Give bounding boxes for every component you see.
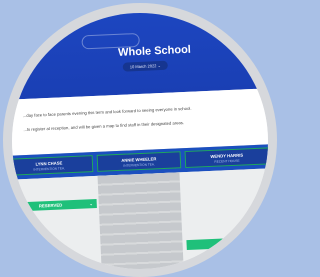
app-screen: Whole School 10 March 2022 ⌄ ...day face… [12, 13, 268, 269]
page-header: Whole School 10 March 2022 ⌄ [12, 13, 268, 101]
banner-line-1: ...day face to face parents evening this… [22, 105, 192, 119]
page-title: Whole School [117, 43, 192, 59]
teacher-column-1[interactable]: LYNN CHASE INTERVENTION TEA. [12, 155, 94, 176]
event-date: 10 March 2022 [129, 63, 157, 70]
reserved-slot[interactable]: RESERVED ⌄ [12, 198, 97, 212]
magnified-view: Whole School 10 March 2022 ⌄ ...day face… [12, 13, 268, 269]
reserved-label: RESERVED [38, 202, 63, 209]
event-date-badge[interactable]: 10 March 2022 ⌄ [122, 60, 169, 72]
teacher-column-3[interactable]: WENDY HARRIS RECENT HOUSE [184, 147, 268, 169]
banner-line-2: ...ts register at reception, and will be… [23, 120, 185, 133]
appointment-grid: RESERVED ⌄ [12, 166, 268, 269]
teacher-column-2[interactable]: ANNIE WHEELER INTERVENTION TEA. [96, 151, 182, 172]
booked-slot[interactable] [186, 237, 247, 251]
chevron-down-icon: ⌄ [89, 201, 93, 207]
chevron-down-icon: ⌄ [157, 63, 162, 69]
time-slot-column[interactable] [97, 172, 185, 269]
